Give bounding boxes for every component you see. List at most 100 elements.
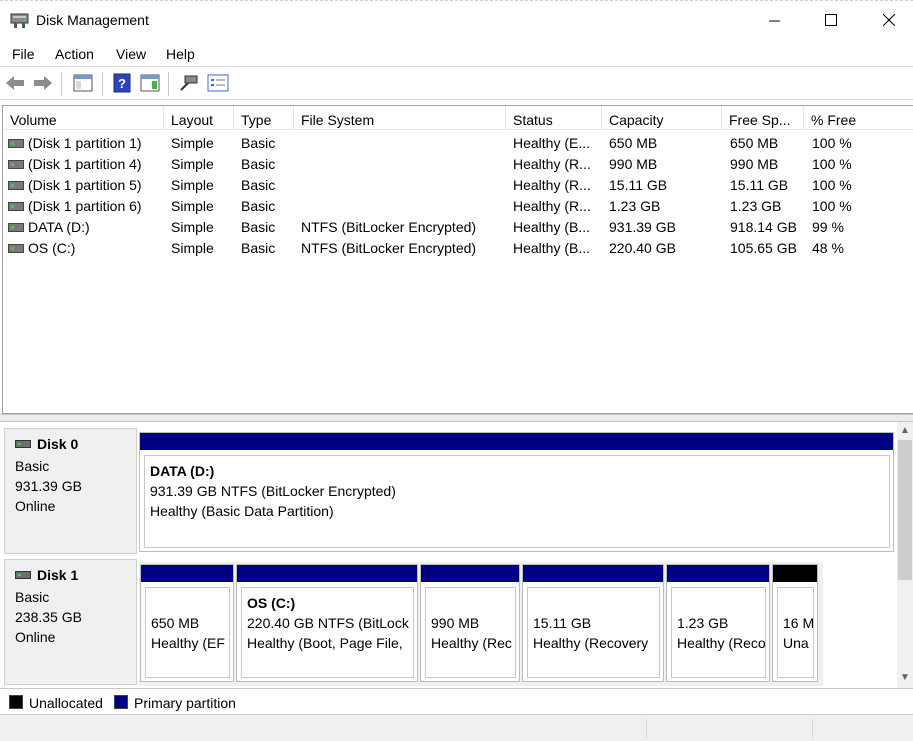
back-arrow-icon xyxy=(5,75,25,94)
cell-percent-free: 48 % xyxy=(812,240,844,256)
disk-1-info[interactable]: Disk 1 Basic 238.35 GB Online xyxy=(4,559,137,685)
volume-list: Volume Layout Type File System Status Ca… xyxy=(2,105,913,414)
cell-type: Basic xyxy=(241,198,276,214)
cell-type: Basic xyxy=(241,240,276,256)
table-row[interactable]: OS (C:) Simple Basic NTFS (BitLocker Enc… xyxy=(3,238,913,259)
cell-capacity: 931.39 GB xyxy=(609,219,676,235)
scroll-up-icon[interactable]: ▲ xyxy=(900,425,910,436)
table-row[interactable]: (Disk 1 partition 4) Simple Basic Health… xyxy=(3,154,913,175)
maximize-button[interactable] xyxy=(808,1,854,41)
partition-unallocated[interactable]: 16 M Una xyxy=(772,564,818,682)
column-header-free-space[interactable]: Free Sp... xyxy=(722,106,804,130)
cell-capacity: 15.11 GB xyxy=(609,177,668,193)
unallocated-bar xyxy=(773,565,817,582)
table-row[interactable]: (Disk 1 partition 6) Simple Basic Health… xyxy=(3,196,913,217)
disk-0-state: Online xyxy=(15,498,56,514)
scroll-down-icon[interactable]: ▼ xyxy=(900,672,910,683)
menu-help[interactable]: Help xyxy=(166,46,195,62)
partition-status: Healthy (EF xyxy=(151,635,225,651)
disk-icon xyxy=(15,571,31,579)
cell-type: Basic xyxy=(241,156,276,172)
cell-percent-free: 100 % xyxy=(812,156,852,172)
close-button[interactable] xyxy=(866,1,912,41)
partition-status: Healthy (Boot, Page File, xyxy=(247,635,403,651)
column-header-volume[interactable]: Volume xyxy=(3,106,164,130)
primary-partition-bar xyxy=(667,565,769,582)
partition-data-d[interactable]: DATA (D:) 931.39 GB NTFS (BitLocker Encr… xyxy=(139,432,894,552)
column-header-capacity[interactable]: Capacity xyxy=(602,106,722,130)
cell-percent-free: 100 % xyxy=(812,198,852,214)
disk-icon xyxy=(15,440,31,448)
back-button[interactable] xyxy=(4,73,26,95)
partition-body: 15.11 GB Healthy (Recovery xyxy=(527,587,660,678)
cell-volume: (Disk 1 partition 5) xyxy=(28,177,142,193)
forward-arrow-icon xyxy=(33,75,53,94)
legend-label-primary: Primary partition xyxy=(134,695,236,711)
cell-layout: Simple xyxy=(171,177,214,193)
pane-splitter[interactable] xyxy=(0,414,913,422)
properties-button[interactable] xyxy=(207,73,229,95)
toolbar-separator xyxy=(61,72,62,96)
cell-layout: Simple xyxy=(171,240,214,256)
forward-button[interactable] xyxy=(32,73,54,95)
partition-recovery-1gb[interactable]: 1.23 GB Healthy (Reco xyxy=(666,564,770,682)
cell-status: Healthy (R... xyxy=(513,198,591,214)
close-icon xyxy=(882,13,896,29)
cell-capacity: 650 MB xyxy=(609,135,658,151)
toolbar: ? xyxy=(0,66,913,100)
partition-efi[interactable]: 650 MB Healthy (EF xyxy=(140,564,234,682)
drive-icon xyxy=(8,181,24,190)
cell-volume: DATA (D:) xyxy=(28,219,90,235)
cell-free-space: 1.23 GB xyxy=(730,198,782,214)
cell-status: Healthy (R... xyxy=(513,177,591,193)
drive-icon xyxy=(8,223,24,232)
legend-label-unallocated: Unallocated xyxy=(29,695,103,711)
partition-os-c[interactable]: OS (C:) 220.40 GB NTFS (BitLock Healthy … xyxy=(236,564,418,682)
window-title: Disk Management xyxy=(36,12,149,28)
table-row[interactable]: (Disk 1 partition 1) Simple Basic Health… xyxy=(3,133,913,154)
legend-swatch-unallocated xyxy=(9,695,23,709)
column-header-percent-free[interactable]: % Free xyxy=(804,106,913,130)
table-row[interactable]: (Disk 1 partition 5) Simple Basic Health… xyxy=(3,175,913,196)
column-header-type[interactable]: Type xyxy=(234,106,294,130)
cell-file-system: NTFS (BitLocker Encrypted) xyxy=(301,240,477,256)
disk-0-info[interactable]: Disk 0 Basic 931.39 GB Online xyxy=(4,428,137,554)
table-row[interactable]: DATA (D:) Simple Basic NTFS (BitLocker E… xyxy=(3,217,913,238)
partition-status: Healthy (Basic Data Partition) xyxy=(150,503,334,519)
disk-1-size: 238.35 GB xyxy=(15,609,82,625)
cell-percent-free: 99 % xyxy=(812,219,844,235)
cell-volume: (Disk 1 partition 4) xyxy=(28,156,142,172)
disk-1-label: Disk 1 xyxy=(15,567,136,583)
primary-partition-bar xyxy=(421,565,519,582)
disk-graphical-view: Disk 0 Basic 931.39 GB Online DATA (D:) … xyxy=(0,422,913,688)
properties-checklist-icon xyxy=(207,74,229,95)
partition-recovery-15gb[interactable]: 15.11 GB Healthy (Recovery xyxy=(522,564,664,682)
column-header-status[interactable]: Status xyxy=(506,106,602,130)
cell-layout: Simple xyxy=(171,219,214,235)
minimize-button[interactable] xyxy=(751,1,797,41)
cell-status: Healthy (E... xyxy=(513,135,591,151)
show-action-pane-icon xyxy=(140,74,160,95)
disk-1-name: Disk 1 xyxy=(37,567,79,583)
partition-size-fs: 650 MB xyxy=(151,615,200,631)
disk-1-partitions: 650 MB Healthy (EF OS (C:) 220.40 GB NTF… xyxy=(139,562,823,686)
disk-management-icon xyxy=(10,12,30,30)
show-action-pane-button[interactable] xyxy=(139,73,161,95)
show-hide-console-tree-button[interactable] xyxy=(72,73,94,95)
column-header-file-system[interactable]: File System xyxy=(294,106,506,130)
connect-disk-button[interactable] xyxy=(178,73,200,95)
cell-capacity: 990 MB xyxy=(609,156,658,172)
menu-view[interactable]: View xyxy=(116,46,146,62)
primary-partition-bar xyxy=(140,433,893,450)
vertical-scrollbar[interactable]: ▲ ▼ xyxy=(897,422,913,688)
partition-title: OS (C:) xyxy=(247,595,296,611)
menu-file[interactable]: File xyxy=(12,46,35,62)
disk-0-size: 931.39 GB xyxy=(15,478,82,494)
scrollbar-thumb[interactable] xyxy=(898,440,912,580)
partition-size-fs: 15.11 GB xyxy=(533,615,592,631)
menu-action[interactable]: Action xyxy=(55,46,94,62)
column-header-layout[interactable]: Layout xyxy=(164,106,234,130)
partition-recovery-990mb[interactable]: 990 MB Healthy (Rec xyxy=(420,564,520,682)
cell-status: Healthy (B... xyxy=(513,240,591,256)
help-button[interactable]: ? xyxy=(111,73,133,95)
